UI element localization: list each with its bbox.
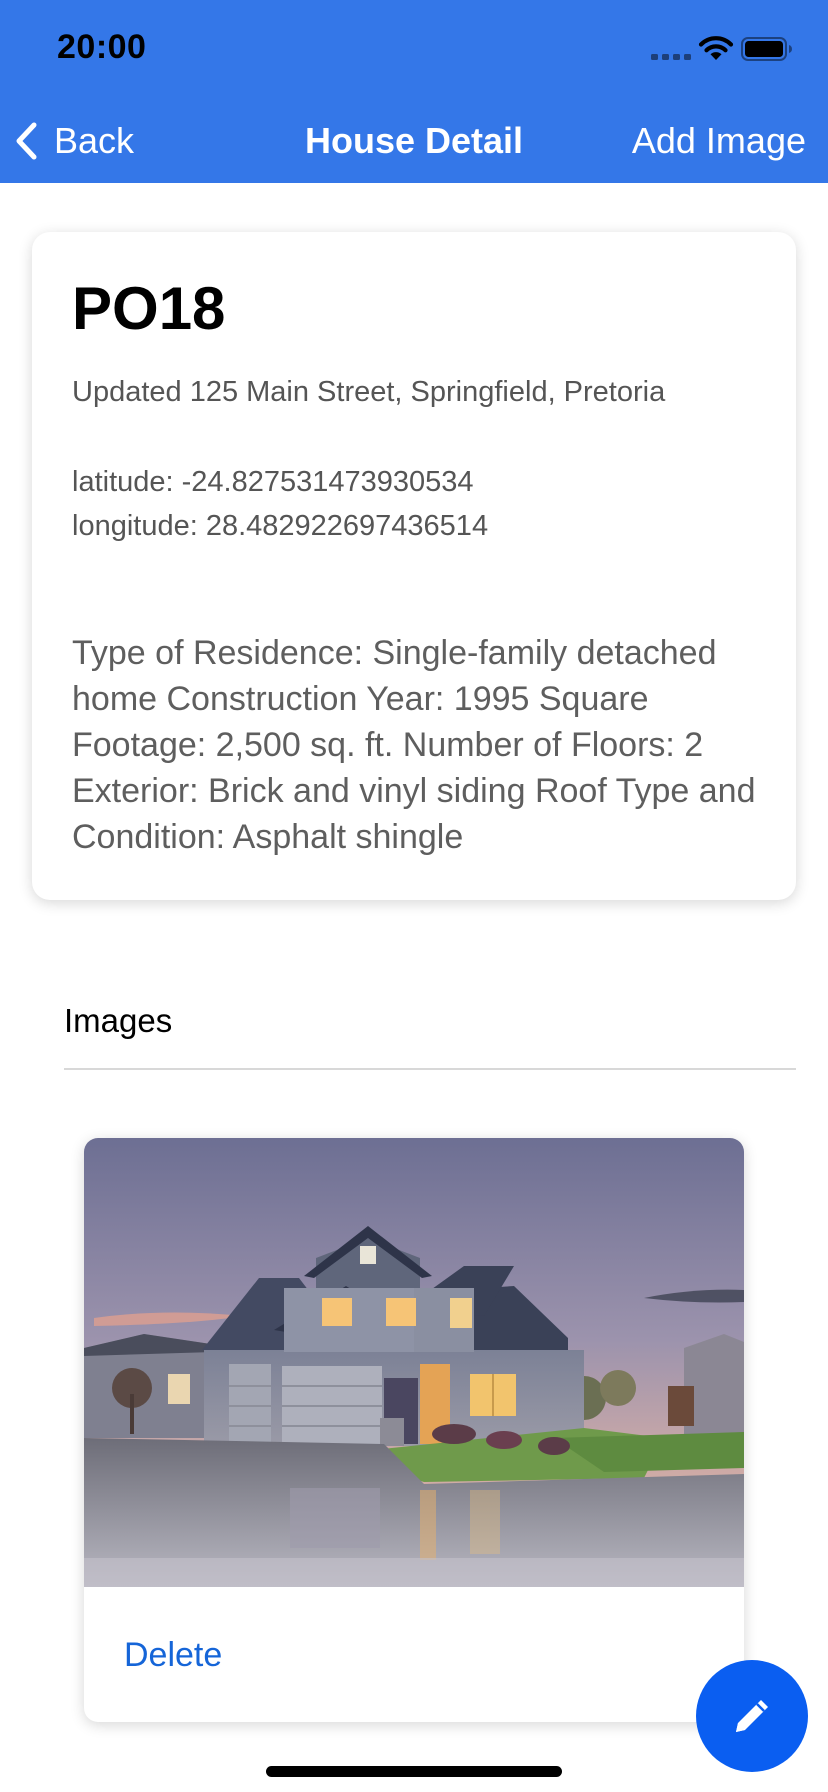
back-label: Back [54, 120, 135, 161]
house-code: PO18 [72, 275, 226, 342]
house-info-card: PO18 Updated 125 Main Street, Springfiel… [32, 232, 796, 900]
chevron-left-icon [16, 122, 37, 160]
wifi-icon [698, 36, 734, 60]
house-longitude: longitude: 28.482922697436514 [72, 510, 489, 542]
house-address: Updated 125 Main Street, Springfield, Pr… [72, 376, 666, 408]
pencil-icon [736, 1700, 768, 1732]
image-card: Delete [84, 1138, 744, 1722]
images-divider [64, 1068, 796, 1070]
edit-fab-button[interactable] [696, 1660, 808, 1772]
house-description: Type of Residence: Single-family detache… [72, 634, 756, 856]
navigation-header: 20:00 Back House Detail Add Image [0, 0, 828, 183]
cellular-signal-icon [651, 54, 691, 60]
house-latitude: latitude: -24.827531473930534 [72, 466, 474, 498]
add-image-button[interactable]: Add Image [632, 116, 806, 166]
home-indicator [266, 1766, 562, 1777]
images-heading: Images [64, 1002, 173, 1039]
status-time: 20:00 [57, 28, 147, 66]
battery-icon [741, 37, 792, 61]
back-button[interactable]: Back [14, 116, 134, 166]
delete-button[interactable]: Delete [124, 1636, 222, 1675]
house-photo [84, 1138, 744, 1587]
